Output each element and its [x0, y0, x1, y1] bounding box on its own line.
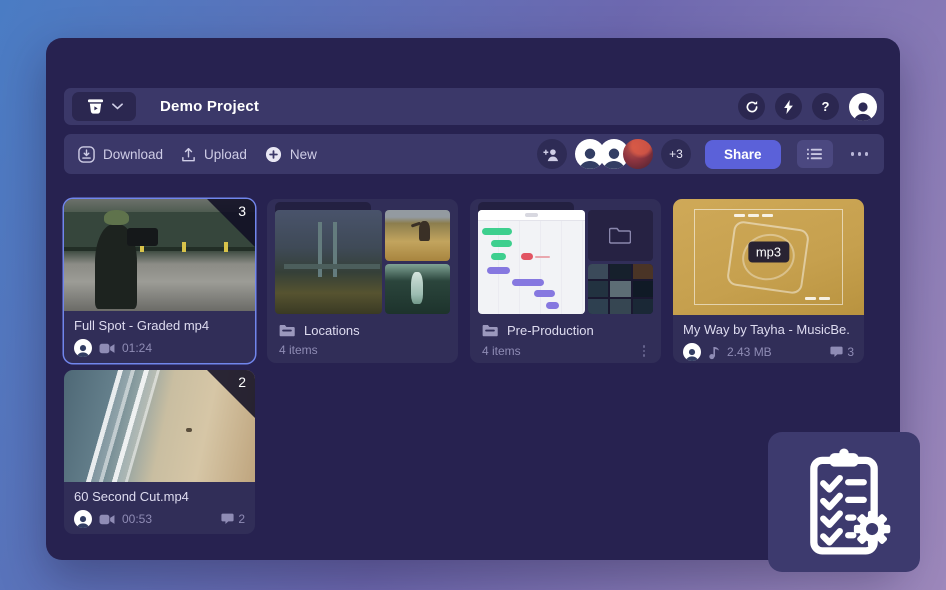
folder-icon	[279, 324, 295, 337]
quick-actions-button[interactable]	[775, 93, 802, 120]
folder-icon	[482, 324, 498, 337]
version-badge: 2	[238, 374, 246, 390]
upload-label: Upload	[204, 147, 247, 162]
upload-icon	[181, 146, 196, 163]
lightning-icon	[784, 100, 793, 114]
comment-count-group: 3	[830, 345, 854, 359]
plus-circle-icon	[265, 146, 282, 163]
comment-icon	[221, 513, 234, 525]
header-bar: Demo Project ?	[64, 88, 884, 125]
file-size-label: 2.43 MB	[727, 345, 772, 359]
download-label: Download	[103, 147, 163, 162]
help-button[interactable]: ?	[812, 93, 839, 120]
asset-title: My Way by Tayha - MusicBe.	[683, 322, 854, 337]
folder-collage	[478, 210, 653, 314]
duration-label: 00:53	[122, 512, 152, 526]
card-body: Full Spot - Graded mp4 01:24	[64, 311, 255, 363]
asset-card-audio[interactable]: mp3 My Way by Tayha - MusicBe. 2.43 MB	[673, 199, 864, 363]
more-options-button[interactable]	[845, 146, 875, 162]
project-switcher-button[interactable]	[72, 92, 136, 121]
page-title: Demo Project	[160, 98, 259, 115]
download-button[interactable]: Download	[78, 146, 163, 163]
refresh-icon	[745, 100, 759, 114]
chevron-down-icon	[112, 103, 123, 110]
video-thumbnail: 3	[64, 199, 255, 311]
owner-avatar	[74, 510, 92, 528]
account-avatar[interactable]	[849, 93, 877, 121]
version-corner-fold	[207, 370, 255, 418]
bridge-photo	[275, 210, 382, 314]
card-body: 60 Second Cut.mp4 00:53 2	[64, 482, 255, 534]
owner-avatar	[74, 339, 92, 357]
list-view-button[interactable]	[797, 140, 833, 168]
download-icon	[78, 146, 95, 163]
comment-count-group: 2	[221, 512, 245, 526]
comment-icon	[830, 346, 843, 358]
format-badge: mp3	[748, 242, 789, 263]
audio-thumbnail: mp3	[673, 199, 864, 315]
desktop-background: Demo Project ?	[0, 0, 946, 590]
collaborator-avatars	[575, 139, 653, 169]
card-body: Pre-Production 4 items	[470, 319, 661, 359]
avatar-photo-art	[623, 139, 653, 169]
asset-meta: 00:53 2	[74, 510, 245, 528]
share-button[interactable]: Share	[705, 140, 781, 169]
clipboard-gear-icon	[792, 444, 896, 560]
card-body: My Way by Tayha - MusicBe. 2.43 MB 3	[673, 315, 864, 363]
card-body: Locations 4 items	[267, 319, 458, 357]
asset-card-video[interactable]: 3 Full Spot - Graded mp4 01:24	[64, 199, 255, 363]
album-art: mp3	[673, 199, 864, 315]
asset-title: 60 Second Cut.mp4	[74, 489, 245, 504]
asset-title: Full Spot - Graded mp4	[74, 318, 245, 333]
subfolder-tile	[588, 210, 653, 261]
new-button[interactable]: New	[265, 146, 317, 163]
field-photo	[385, 210, 450, 261]
photo-grid-thumb	[588, 264, 653, 315]
duration-label: 01:24	[122, 341, 152, 355]
folder-title: Pre-Production	[507, 323, 594, 338]
folder-title: Locations	[304, 323, 360, 338]
toolbar: Download Upload New	[64, 134, 884, 174]
ellipsis-icon	[851, 152, 855, 156]
add-collaborator-button[interactable]	[537, 139, 567, 169]
folder-collage	[275, 210, 450, 314]
items-count: 4 items	[279, 343, 318, 357]
upload-button[interactable]: Upload	[181, 146, 247, 163]
version-badge: 3	[238, 203, 246, 219]
owner-avatar	[683, 343, 701, 361]
refresh-button[interactable]	[738, 93, 765, 120]
version-corner-fold	[207, 199, 255, 247]
asset-meta: 2.43 MB 3	[683, 343, 854, 361]
question-icon: ?	[822, 99, 830, 114]
collaborator-overflow-badge[interactable]: +3	[661, 139, 691, 169]
collaborator-avatar-photo[interactable]	[623, 139, 653, 169]
waterfall-photo	[385, 264, 450, 315]
folder-card-locations[interactable]: Locations 4 items	[267, 199, 458, 363]
card-menu-icon[interactable]	[639, 343, 650, 359]
asset-meta: 01:24	[74, 339, 245, 357]
list-view-icon	[807, 148, 822, 160]
folder-card-pre-production[interactable]: Pre-Production 4 items	[470, 199, 661, 363]
items-count: 4 items	[482, 344, 521, 358]
new-label: New	[290, 147, 317, 162]
comment-count: 2	[238, 512, 245, 526]
video-thumbnail: 2	[64, 370, 255, 482]
gantt-chart-thumb	[478, 210, 585, 314]
comment-count: 3	[847, 345, 854, 359]
header-actions: ?	[738, 93, 877, 121]
asset-card-video[interactable]: 2 60 Second Cut.mp4 00:53	[64, 370, 255, 534]
app-logo-icon	[86, 98, 105, 115]
video-camera-icon	[99, 343, 115, 354]
toolbar-right: +3 Share	[537, 139, 874, 169]
video-camera-icon	[99, 514, 115, 525]
tasks-overlay-tile[interactable]	[768, 432, 920, 572]
music-note-icon	[708, 345, 720, 360]
